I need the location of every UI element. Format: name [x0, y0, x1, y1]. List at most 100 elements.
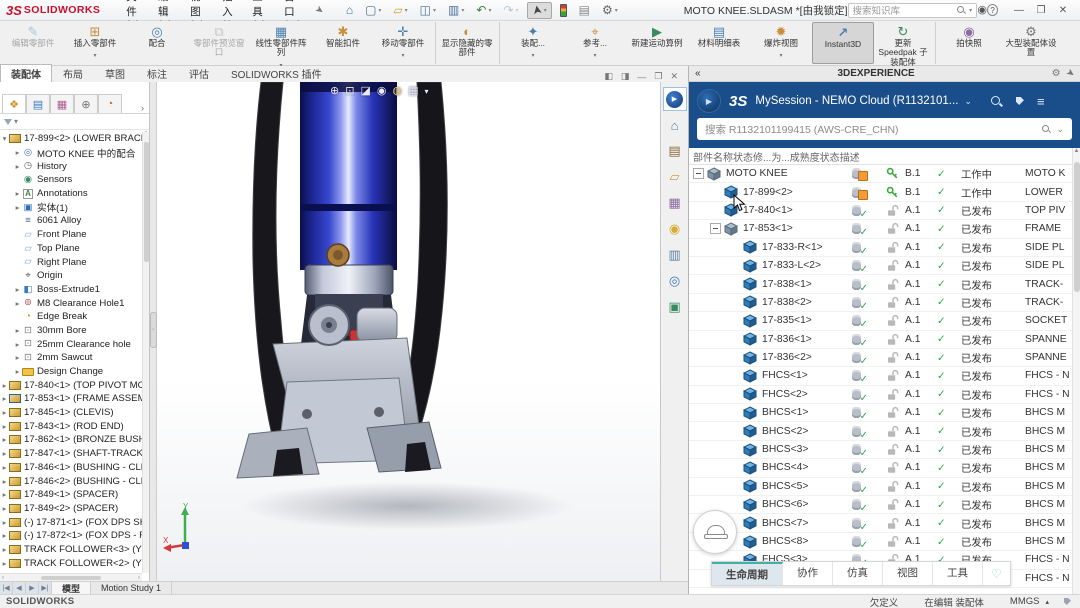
ribbon-button[interactable]: 大型装配体设置	[1000, 22, 1062, 64]
feature-tree-item[interactable]: Edge Break	[0, 310, 142, 324]
appearances-icon[interactable]	[663, 217, 687, 241]
feature-tree-item[interactable]: 17-840<1> (TOP PIVOT MO	[0, 378, 142, 392]
ribbon-button[interactable]: 配合	[126, 22, 188, 64]
undo-icon[interactable]	[472, 2, 495, 19]
table-row[interactable]: 17-853<1> A.1 ✓ 已发布 FRAME	[689, 220, 1080, 238]
statusbar-tag-icon[interactable]	[1063, 596, 1074, 607]
expand-arrow-icon[interactable]	[0, 559, 9, 568]
table-row[interactable]: 17-899<2> B.1 ✓ 工作中 LOWER	[689, 183, 1080, 201]
feature-tree-item[interactable]: 17-853<1> (FRAME ASSEM	[0, 392, 142, 406]
session-search-input[interactable]: 搜索 R1132101199415 (AWS-CRE_CHN) ⌄	[697, 118, 1072, 140]
column-header[interactable]: 为...	[771, 149, 789, 164]
ribbon-button[interactable]: 插入零部件	[64, 22, 126, 64]
help-icon[interactable]: ?	[987, 4, 998, 16]
ribbon-button[interactable]: 智能扣件	[312, 22, 374, 64]
tab-nav-icon[interactable]: ▶	[26, 582, 39, 594]
expand-arrow-icon[interactable]	[0, 545, 9, 554]
ribbon-button[interactable]: 参考...	[564, 22, 626, 64]
table-row[interactable]: 17-836<1> A.1 ✓ 已发布 SPANNE	[689, 331, 1080, 349]
footer-tab[interactable]: 协作	[783, 562, 833, 585]
dropdown-caret-icon[interactable]	[401, 48, 404, 55]
file-explorer-icon[interactable]	[663, 165, 687, 189]
search-caret-icon[interactable]: ▾	[969, 7, 972, 14]
tree-horizontal-scrollbar[interactable]: ‹›	[0, 573, 142, 581]
dropdown-caret-icon[interactable]	[593, 48, 596, 55]
configurationmanager-tab[interactable]: ▦	[50, 94, 74, 113]
open-icon[interactable]	[389, 2, 411, 19]
restore-button[interactable]: ❐	[1030, 5, 1052, 16]
session-caret-icon[interactable]: ⌄	[964, 96, 972, 107]
expand-arrow-icon[interactable]	[13, 353, 22, 362]
custom-properties-icon[interactable]	[663, 243, 687, 267]
knowledge-search-input[interactable]: 搜索知识库 ▾	[848, 3, 978, 18]
ribbon-button[interactable]: 线性零部件阵列	[250, 22, 312, 64]
feature-tree-item[interactable]: 17-849<2> (SPACER)	[0, 502, 142, 516]
units-selector[interactable]: MMGS	[1010, 596, 1040, 607]
table-row[interactable]: 17-838<1> A.1 ✓ 已发布 TRACK-	[689, 275, 1080, 293]
zoom-fit-icon[interactable]	[330, 84, 339, 97]
favorite-heart-icon[interactable]: ♡	[983, 567, 1010, 581]
document-window-control-icon[interactable]: ✕	[670, 71, 678, 82]
expand-arrow-icon[interactable]	[0, 435, 9, 444]
table-row[interactable]: BHCS<1> A.1 ✓ 已发布 BHCS M	[689, 404, 1080, 422]
feature-tree-item[interactable]: 25mm Clearance hole	[0, 337, 142, 351]
feature-tree-item[interactable]: (-) 17-872<1> (FOX DPS - R	[0, 529, 142, 543]
feature-tree-item[interactable]: 17-845<1> (CLEVIS)	[0, 406, 142, 420]
featuremanager-tab[interactable]: ❖	[2, 94, 26, 113]
feature-tree-item[interactable]: 17-849<1> (SPACER)	[0, 488, 142, 502]
column-header[interactable]: 成熟度状态	[790, 149, 840, 164]
expand-arrow-icon[interactable]	[13, 285, 22, 294]
feature-tree-item[interactable]: Front Plane	[0, 228, 142, 242]
file-properties-icon[interactable]	[575, 2, 594, 19]
expand-arrow-icon[interactable]	[0, 408, 9, 417]
expand-arrow-icon[interactable]	[0, 449, 9, 458]
footer-tab[interactable]: 视图	[883, 562, 933, 585]
table-row[interactable]: 17-836<2> A.1 ✓ 已发布 SPANNE	[689, 349, 1080, 367]
minimize-button[interactable]: —	[1008, 5, 1030, 16]
feature-tree-item[interactable]: Boss-Extrude1	[0, 283, 142, 297]
zoom-area-icon[interactable]	[345, 84, 354, 97]
command-tab[interactable]: 标注	[136, 64, 178, 82]
footer-tab[interactable]: 生命周期	[712, 562, 783, 585]
expand-arrow-icon[interactable]	[0, 518, 9, 527]
dropdown-caret-icon[interactable]	[93, 48, 96, 55]
feature-tree-item[interactable]: History	[0, 159, 142, 173]
view-palette-icon[interactable]	[663, 191, 687, 215]
redo-icon[interactable]	[499, 2, 522, 19]
document-tab[interactable]: 模型	[52, 582, 91, 594]
table-row[interactable]: BHCS<7> A.1 ✓ 已发布 BHCS M	[689, 514, 1080, 532]
settings-icon[interactable]	[663, 295, 687, 319]
resources-home-icon[interactable]	[663, 113, 687, 137]
footer-tab[interactable]: 工具	[933, 562, 983, 585]
tree-filter[interactable]: ▾	[0, 114, 149, 130]
panel-scrollbar[interactable]: ▲	[1072, 148, 1080, 594]
table-row[interactable]: 17-833-R<1> A.1 ✓ 已发布 SIDE PL	[689, 239, 1080, 257]
user-account-icon[interactable]: ◉	[977, 4, 987, 16]
dimxpert-tab[interactable]: ⊕	[74, 94, 98, 113]
more-tabs-chevron-icon[interactable]: ›	[136, 103, 149, 113]
column-header[interactable]: 状态	[733, 149, 753, 164]
tree-vertical-scrollbar[interactable]: ˆ	[142, 132, 149, 573]
expand-toggle[interactable]	[710, 223, 721, 234]
session-search-caret-icon[interactable]: ⌄	[1056, 124, 1064, 135]
dropdown-caret-icon[interactable]	[779, 48, 782, 55]
options-icon[interactable]	[598, 2, 622, 19]
expand-arrow-icon[interactable]	[0, 531, 9, 540]
expand-toggle[interactable]	[693, 168, 704, 179]
appearance-icon[interactable]	[392, 84, 402, 97]
table-row[interactable]: BHCS<8> A.1 ✓ 已发布 BHCS M	[689, 533, 1080, 551]
tab-nav-icon[interactable]: |◀	[0, 582, 13, 594]
column-header[interactable]: 部件名称	[693, 149, 733, 164]
expand-arrow-icon[interactable]	[0, 477, 9, 486]
table-row[interactable]: 17-833-L<2> A.1 ✓ 已发布 SIDE PL	[689, 257, 1080, 275]
ribbon-button[interactable]: Instant3D	[812, 22, 874, 64]
graphics-viewport[interactable]: Y X	[157, 82, 660, 581]
command-tab[interactable]: 布局	[52, 64, 94, 82]
feature-tree-item[interactable]: 17-847<1> (SHAFT-TRACK)	[0, 447, 142, 461]
new-document-icon[interactable]	[361, 2, 385, 19]
expand-arrow-icon[interactable]	[13, 299, 22, 308]
ribbon-button[interactable]: 爆炸视图	[750, 22, 812, 64]
propertymanager-tab[interactable]: ▤	[26, 94, 50, 113]
panel-pin-icon[interactable]: ➤	[1063, 67, 1076, 81]
document-window-control-icon[interactable]: ❐	[654, 71, 662, 82]
